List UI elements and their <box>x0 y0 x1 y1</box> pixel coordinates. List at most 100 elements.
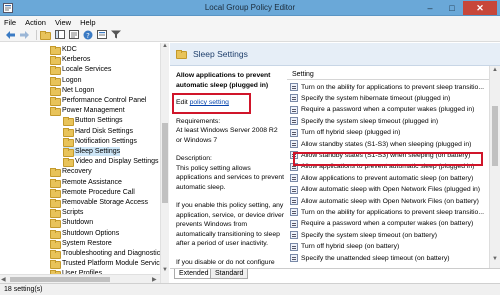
filter-button[interactable] <box>110 30 121 40</box>
tree-item[interactable]: Remote Assistance <box>50 178 122 188</box>
tree-item[interactable]: Power Management <box>50 106 125 117</box>
tree-item[interactable]: Notification Settings <box>63 137 137 147</box>
up-folder-button[interactable] <box>40 30 51 40</box>
maximize-button[interactable]: □ <box>441 1 463 15</box>
setting-row[interactable]: Allow automatic sleep with Open Network … <box>287 185 489 195</box>
properties-button[interactable] <box>96 30 107 40</box>
policy-setting-icon <box>290 117 298 126</box>
folder-icon <box>50 229 61 239</box>
tree-item[interactable]: Kerberos <box>50 55 90 66</box>
scroll-right-icon[interactable]: ▶ <box>152 276 157 283</box>
tree-item[interactable]: Scripts <box>50 208 83 219</box>
tree-item[interactable]: Shutdown Options <box>50 229 120 239</box>
tree-item[interactable]: Sleep Settings <box>63 147 121 157</box>
setting-row[interactable]: Allow standby states (S1-S3) when sleepi… <box>287 139 489 149</box>
scroll-left-icon[interactable]: ◀ <box>1 276 6 283</box>
folder-icon <box>63 127 74 137</box>
folder-icon <box>176 49 187 59</box>
setting-row[interactable]: Turn on the ability for applications to … <box>287 207 489 217</box>
tree-item[interactable]: Trusted Platform Module Services <box>50 259 168 270</box>
setting-row[interactable]: Allow applications to prevent automatic … <box>287 173 489 183</box>
requirements-label: Requirements: <box>176 117 221 125</box>
tree-item[interactable]: Remote Procedure Call <box>50 188 135 198</box>
setting-row[interactable]: Specify the system hibernate timeout (pl… <box>287 93 489 103</box>
details-header: Sleep Settings <box>170 43 500 66</box>
menu-action[interactable]: Action <box>25 18 46 27</box>
tree-item[interactable]: Hard Disk Settings <box>63 127 133 137</box>
tab-standard[interactable]: Standard <box>210 269 249 279</box>
scroll-up-icon[interactable]: ▲ <box>162 43 168 49</box>
setting-name: Turn off hybrid sleep (plugged in) <box>301 129 401 137</box>
help-button[interactable]: ? <box>82 30 93 40</box>
scroll-up-icon[interactable]: ▲ <box>492 67 498 73</box>
tree-scroll-thumb[interactable] <box>162 123 168 203</box>
export-list-button[interactable] <box>68 30 79 40</box>
list-vertical-scrollbar[interactable]: ▲ ▼ <box>489 66 500 268</box>
setting-row[interactable]: Specify the system sleep timeout (plugge… <box>287 116 489 126</box>
tree-item[interactable]: Locale Services <box>50 65 111 76</box>
tree-item-label: Trusted Platform Module Services <box>62 260 168 268</box>
setting-row[interactable]: Require a password when a computer wakes… <box>287 219 489 229</box>
tree-item[interactable]: Button Settings <box>63 116 122 127</box>
tree-vertical-scrollbar[interactable]: ▲ ▼ <box>160 43 169 283</box>
tree-item-label: Troubleshooting and Diagnostics <box>62 250 164 257</box>
setting-row[interactable]: Allow automatic sleep with Open Network … <box>287 196 489 206</box>
policy-setting-icon <box>290 185 298 194</box>
folder-icon <box>50 107 61 117</box>
tree-item[interactable]: Recovery <box>50 167 92 178</box>
setting-name: Specify the unattended sleep timeout (on… <box>301 254 450 262</box>
setting-row[interactable]: Specify the system sleep timeout (on bat… <box>287 230 489 240</box>
edit-link-highlight <box>172 93 251 114</box>
tree-hscroll-thumb[interactable] <box>10 277 110 282</box>
tree-item-label: System Restore <box>62 239 112 247</box>
tree-item[interactable]: Performance Control Panel <box>50 96 146 106</box>
policy-setting-icon <box>290 242 298 251</box>
setting-row[interactable]: Require a password when a computer wakes… <box>287 105 489 115</box>
show-hide-tree-button[interactable] <box>54 30 65 40</box>
tree-item-label: Shutdown Options <box>62 229 120 237</box>
policy-setting-icon <box>290 197 298 205</box>
tree-item[interactable]: Troubleshooting and Diagnostics <box>50 249 164 259</box>
tree-item[interactable]: KDC <box>50 45 77 55</box>
tree-item-label: Net Logon <box>62 86 95 94</box>
menu-file[interactable]: File <box>4 18 16 27</box>
menu-help[interactable]: Help <box>80 18 95 27</box>
policy-setting-icon <box>290 219 298 228</box>
setting-row[interactable]: Turn off hybrid sleep (on battery) <box>287 242 489 252</box>
requirements-text: At least Windows Server 2008 R2 or Windo… <box>176 127 278 144</box>
tree-item[interactable]: Net Logon <box>50 86 95 96</box>
menu-view[interactable]: View <box>55 18 71 27</box>
back-arrow-icon <box>6 30 15 39</box>
tree-item[interactable]: Logon <box>50 76 81 86</box>
export-list-icon <box>68 30 79 39</box>
column-header-setting[interactable]: Setting <box>287 66 489 80</box>
description-para2: If you enable this policy setting, any a… <box>176 202 285 247</box>
setting-name: Allow applications to prevent automatic … <box>301 174 474 182</box>
header-title: Sleep Settings <box>193 49 248 59</box>
tree-item[interactable]: Removable Storage Access <box>50 198 148 208</box>
tree-item[interactable]: Video and Display Settings <box>63 157 159 168</box>
setting-name: Specify the system sleep timeout (on bat… <box>301 231 437 239</box>
close-button[interactable]: ✕ <box>463 1 497 15</box>
folder-icon <box>50 46 61 55</box>
toolbar-separator <box>36 29 37 40</box>
minimize-button[interactable]: – <box>419 1 441 15</box>
forward-button[interactable] <box>19 30 30 40</box>
tree-item[interactable]: Shutdown <box>50 218 93 229</box>
svg-text:?: ? <box>86 31 90 39</box>
setting-row[interactable]: Turn off hybrid sleep (plugged in) <box>287 128 489 138</box>
scroll-down-icon[interactable]: ▼ <box>492 256 498 262</box>
setting-row[interactable]: Specify the unattended sleep timeout (on… <box>287 253 489 263</box>
tree-horizontal-scrollbar[interactable]: ◀ ▶ <box>0 274 160 283</box>
selected-setting-highlight <box>293 152 483 166</box>
tree-item[interactable]: System Restore <box>50 239 112 249</box>
tab-extended[interactable]: Extended <box>174 269 214 279</box>
scroll-down-icon[interactable]: ▼ <box>162 267 168 273</box>
folder-icon <box>50 97 61 106</box>
policy-setting-icon <box>290 254 298 262</box>
folder-icon <box>50 178 61 188</box>
console-tree-icon <box>54 30 65 39</box>
setting-row[interactable]: Turn on the ability for applications to … <box>287 82 489 92</box>
list-scroll-thumb[interactable] <box>492 106 498 166</box>
back-button[interactable] <box>5 30 16 40</box>
